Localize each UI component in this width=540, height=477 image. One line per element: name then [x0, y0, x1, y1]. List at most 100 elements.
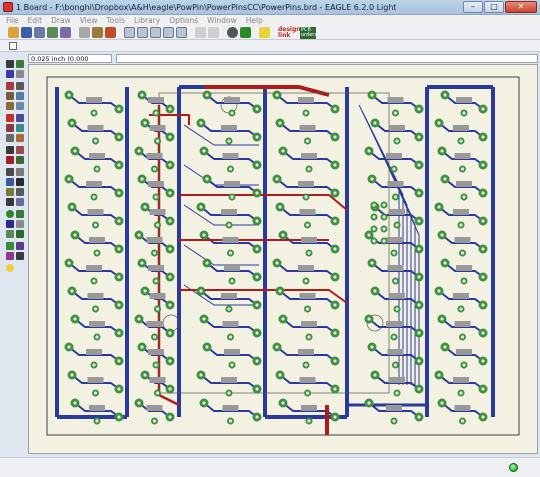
- save-icon[interactable]: [21, 27, 32, 38]
- design-link-logo[interactable]: design link: [278, 26, 301, 39]
- add-icon[interactable]: [16, 114, 24, 122]
- component-body: [89, 405, 105, 411]
- component-body: [221, 209, 237, 215]
- component-body: [301, 153, 317, 159]
- pad-hole: [93, 223, 98, 227]
- pad-hole: [227, 139, 231, 143]
- miter-icon[interactable]: [16, 146, 24, 154]
- script-icon[interactable]: [92, 27, 103, 38]
- component-body: [389, 125, 405, 131]
- menu-draw[interactable]: Draw: [51, 16, 71, 25]
- circle-icon[interactable]: [6, 188, 14, 196]
- pad-hole: [333, 275, 337, 279]
- stop-icon[interactable]: [227, 27, 238, 38]
- auto-icon[interactable]: [6, 242, 14, 250]
- polygon-icon[interactable]: [16, 198, 24, 206]
- print-icon[interactable]: [34, 27, 45, 38]
- lamp-icon[interactable]: [6, 264, 14, 272]
- zoom-area-icon[interactable]: [176, 27, 187, 38]
- pad-hole: [255, 415, 259, 419]
- menu-library[interactable]: Library: [134, 16, 160, 25]
- copy-icon[interactable]: [16, 82, 24, 90]
- arc-icon[interactable]: [16, 188, 24, 196]
- drc-icon[interactable]: [6, 252, 14, 260]
- display-icon[interactable]: [6, 70, 14, 78]
- erc-icon[interactable]: [16, 242, 24, 250]
- mirror-icon[interactable]: [6, 92, 14, 100]
- delete-icon[interactable]: [6, 114, 14, 122]
- via-icon[interactable]: [6, 210, 14, 218]
- info-icon[interactable]: [6, 60, 14, 68]
- group-icon[interactable]: [6, 102, 14, 110]
- cam-processor-icon[interactable]: [47, 27, 58, 38]
- component-body: [386, 237, 402, 243]
- close-button[interactable]: ✕: [505, 1, 537, 13]
- component-body: [454, 405, 471, 411]
- board-canvas[interactable]: [28, 64, 538, 454]
- pad-hole: [372, 239, 376, 243]
- component-body: [148, 97, 164, 103]
- menu-file[interactable]: File: [6, 16, 19, 25]
- zoom-fit-icon[interactable]: [124, 27, 135, 38]
- attribute-icon[interactable]: [16, 220, 24, 228]
- maximize-button[interactable]: □: [484, 1, 504, 13]
- component-body: [222, 321, 239, 327]
- menu-edit[interactable]: Edit: [28, 16, 43, 25]
- pinswap-icon[interactable]: [6, 124, 14, 132]
- mark-icon[interactable]: [16, 70, 24, 78]
- optimize-icon[interactable]: [6, 156, 14, 164]
- hole-icon[interactable]: [6, 220, 14, 228]
- show-icon[interactable]: [16, 60, 24, 68]
- pcb-layout[interactable]: [29, 65, 538, 454]
- dimension-icon[interactable]: [6, 230, 14, 238]
- component-body: [146, 321, 163, 327]
- pcb-orders-logo[interactable]: PCB orders: [300, 26, 317, 39]
- zoom-redraw-icon[interactable]: [163, 27, 174, 38]
- layer-settings-icon[interactable]: [9, 42, 17, 50]
- text-icon[interactable]: [16, 178, 24, 186]
- zoom-in-icon[interactable]: [137, 27, 148, 38]
- help-icon[interactable]: [259, 27, 270, 38]
- component-body: [87, 377, 104, 383]
- errors-icon[interactable]: [16, 252, 24, 260]
- split-icon[interactable]: [6, 146, 14, 154]
- pad-hole: [333, 359, 337, 363]
- rotate-icon[interactable]: [16, 92, 24, 100]
- wire-icon[interactable]: [6, 178, 14, 186]
- move-icon[interactable]: [6, 82, 14, 90]
- menu-options[interactable]: Options: [169, 16, 198, 25]
- component-body: [148, 265, 164, 271]
- pad-hole: [93, 391, 98, 395]
- go-icon[interactable]: [240, 27, 251, 38]
- pad-hole: [392, 251, 396, 255]
- open-icon[interactable]: [8, 27, 19, 38]
- route-icon[interactable]: [6, 168, 14, 176]
- rect-icon[interactable]: [6, 198, 14, 206]
- pad-hole: [117, 247, 121, 251]
- menu-tools[interactable]: Tools: [107, 16, 125, 25]
- signal-icon[interactable]: [16, 210, 24, 218]
- ripup-icon[interactable]: [16, 168, 24, 176]
- command-line-input[interactable]: [116, 53, 538, 63]
- component-body: [456, 181, 472, 187]
- ulp-icon[interactable]: [105, 27, 116, 38]
- menu-window[interactable]: Window: [207, 16, 237, 25]
- undo-icon[interactable]: [195, 27, 206, 38]
- menu-view[interactable]: View: [80, 16, 98, 25]
- pad-hole: [255, 303, 259, 307]
- use-library-icon[interactable]: [79, 27, 90, 38]
- replace-icon[interactable]: [16, 124, 24, 132]
- menu-help[interactable]: Help: [246, 16, 263, 25]
- board-switch-icon[interactable]: [60, 27, 71, 38]
- smash-icon[interactable]: [16, 134, 24, 142]
- eagle-app-icon[interactable]: [3, 2, 13, 12]
- minimize-button[interactable]: –: [463, 1, 483, 13]
- meander-icon[interactable]: [16, 156, 24, 164]
- zoom-out-icon[interactable]: [150, 27, 161, 38]
- pad-hole: [281, 149, 285, 153]
- ratsnest-icon[interactable]: [16, 230, 24, 238]
- lock-icon[interactable]: [6, 134, 14, 142]
- redo-icon[interactable]: [208, 27, 219, 38]
- change-icon[interactable]: [16, 102, 24, 110]
- pad-hole: [168, 247, 172, 251]
